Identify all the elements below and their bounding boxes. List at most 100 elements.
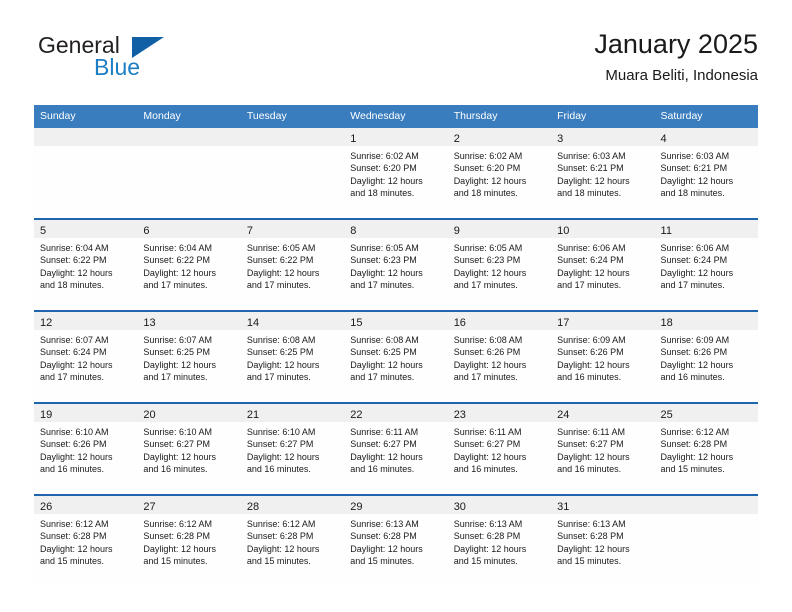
day-sun-info: Sunrise: 6:07 AM Sunset: 6:25 PM Daylight:… <box>137 330 240 384</box>
calendar-day-cell[interactable]: 20 Sunrise: 6:10 AM Sunset: 6:27 PM Dayligh… <box>137 404 241 494</box>
sunrise-text: Sunrise: 6:08 AM <box>350 335 419 345</box>
calendar-day-cell[interactable]: 14 Sunrise: 6:08 AM Sunset: 6:25 PM Dayligh… <box>240 312 345 402</box>
calendar-day-cell[interactable]: 31 Sunrise: 6:13 AM Sunset: 6:28 PM Dayligh… <box>551 496 655 586</box>
daylight-text-line2: and 18 minutes. <box>350 188 415 199</box>
daylight-text-line2: and 17 minutes. <box>453 280 518 291</box>
calendar-day-cell[interactable]: 26 Sunrise: 6:12 AM Sunset: 6:28 PM Dayligh… <box>34 496 138 586</box>
sunset-text: Sunset: 6:22 PM <box>246 255 314 266</box>
day-sun-info: Sunrise: 6:05 AM Sunset: 6:22 PM Daylight:… <box>241 238 344 292</box>
calendar-day-cell[interactable]: 16 Sunrise: 6:08 AM Sunset: 6:26 PM Dayligh… <box>447 312 552 402</box>
calendar-day-cell[interactable]: 30 Sunrise: 6:13 AM Sunset: 6:28 PM Dayligh… <box>447 496 552 586</box>
day-number-band <box>240 128 345 146</box>
sunset-text: Sunset: 6:27 PM <box>246 439 314 450</box>
calendar-day-cell[interactable]: 8 Sunrise: 6:05 AM Sunset: 6:23 PM Daylight… <box>344 220 448 310</box>
calendar-day-cell-empty <box>137 128 241 218</box>
day-number-band <box>137 128 241 146</box>
sunrise-text: Sunrise: 6:10 AM <box>246 427 316 437</box>
daylight-text-line1: Daylight: 12 hours <box>557 451 630 462</box>
daylight-text-line2: and 16 minutes. <box>350 464 415 475</box>
page-subtitle: Muara Beliti, Indonesia <box>605 67 758 84</box>
sunset-text: Sunset: 6:24 PM <box>557 255 624 266</box>
calendar-day-cell[interactable]: 18 Sunrise: 6:09 AM Sunset: 6:26 PM Dayligh… <box>654 312 758 402</box>
calendar-day-cell[interactable]: 17 Sunrise: 6:09 AM Sunset: 6:26 PM Dayligh… <box>551 312 655 402</box>
calendar-day-cell[interactable]: 28 Sunrise: 6:12 AM Sunset: 6:28 PM Dayligh… <box>240 496 345 586</box>
day-sun-info: Sunrise: 6:08 AM Sunset: 6:25 PM Daylight:… <box>344 330 447 384</box>
calendar-day-cell-empty <box>654 496 758 586</box>
calendar-week-row: 12 Sunrise: 6:07 AM Sunset: 6:24 PM Dayligh… <box>34 310 758 402</box>
sunset-text: Sunset: 6:26 PM <box>557 347 624 358</box>
calendar-day-cell[interactable]: 27 Sunrise: 6:12 AM Sunset: 6:28 PM Dayligh… <box>137 496 241 586</box>
weekday-sunday: Sunday <box>40 110 76 122</box>
calendar-day-cell[interactable]: 9 Sunrise: 6:05 AM Sunset: 6:23 PM Daylight… <box>447 220 552 310</box>
calendar-day-cell[interactable]: 19 Sunrise: 6:10 AM Sunset: 6:26 PM Dayligh… <box>34 404 138 494</box>
calendar-day-cell[interactable]: 24 Sunrise: 6:11 AM Sunset: 6:27 PM Dayligh… <box>551 404 655 494</box>
calendar-day-cell[interactable]: 29 Sunrise: 6:13 AM Sunset: 6:28 PM Dayligh… <box>344 496 448 586</box>
daylight-text-line2: and 18 minutes. <box>453 188 518 199</box>
daylight-text-line2: and 16 minutes. <box>557 464 622 475</box>
day-number: 23 <box>453 409 466 421</box>
day-number-band: 1 <box>344 128 448 146</box>
calendar-day-cell[interactable]: 4 Sunrise: 6:03 AM Sunset: 6:21 PM Daylight… <box>654 128 758 218</box>
day-number-band: 2 <box>447 128 552 146</box>
day-number: 6 <box>143 225 150 237</box>
calendar-day-cell[interactable]: 3 Sunrise: 6:03 AM Sunset: 6:21 PM Daylight… <box>551 128 655 218</box>
day-sun-info: Sunrise: 6:10 AM Sunset: 6:26 PM Daylight:… <box>34 422 137 476</box>
day-number: 13 <box>143 317 156 329</box>
calendar-day-cell[interactable]: 12 Sunrise: 6:07 AM Sunset: 6:24 PM Dayligh… <box>34 312 138 402</box>
day-sun-info: Sunrise: 6:13 AM Sunset: 6:28 PM Daylight:… <box>344 514 447 568</box>
calendar-day-cell[interactable]: 21 Sunrise: 6:10 AM Sunset: 6:27 PM Dayligh… <box>240 404 345 494</box>
sunrise-text: Sunrise: 6:08 AM <box>453 335 523 345</box>
daylight-text-line1: Daylight: 12 hours <box>350 175 423 186</box>
sunset-text: Sunset: 6:23 PM <box>453 255 521 266</box>
calendar-day-cell[interactable]: 13 Sunrise: 6:07 AM Sunset: 6:25 PM Dayligh… <box>137 312 241 402</box>
calendar-day-cell[interactable]: 11 Sunrise: 6:06 AM Sunset: 6:24 PM Dayligh… <box>654 220 758 310</box>
general-blue-logo[interactable]: General Blue <box>34 32 234 90</box>
sunrise-text: Sunrise: 6:05 AM <box>350 243 419 253</box>
sunrise-text: Sunrise: 6:06 AM <box>660 243 730 253</box>
calendar-day-cell[interactable]: 6 Sunrise: 6:04 AM Sunset: 6:22 PM Daylight… <box>137 220 241 310</box>
sunrise-text: Sunrise: 6:13 AM <box>453 519 523 529</box>
day-sun-info: Sunrise: 6:13 AM Sunset: 6:28 PM Daylight:… <box>551 514 654 568</box>
day-number-band: 31 <box>551 496 655 514</box>
calendar-grid: Sunday Monday Tuesday Wednesday Thursday… <box>34 105 758 586</box>
calendar-day-cell[interactable]: 15 Sunrise: 6:08 AM Sunset: 6:25 PM Dayligh… <box>344 312 448 402</box>
sunrise-text: Sunrise: 6:09 AM <box>660 335 730 345</box>
daylight-text-line1: Daylight: 12 hours <box>660 175 734 186</box>
sunrise-text: Sunrise: 6:12 AM <box>143 519 212 529</box>
sunrise-text: Sunrise: 6:10 AM <box>40 427 109 437</box>
sunrise-text: Sunrise: 6:12 AM <box>660 427 730 437</box>
calendar-day-cell[interactable]: 10 Sunrise: 6:06 AM Sunset: 6:24 PM Dayligh… <box>551 220 655 310</box>
calendar-day-cell[interactable]: 25 Sunrise: 6:12 AM Sunset: 6:28 PM Dayligh… <box>654 404 758 494</box>
daylight-text-line1: Daylight: 12 hours <box>246 267 320 278</box>
weekday-wednesday: Wednesday <box>350 110 406 122</box>
calendar-week-row: 26 Sunrise: 6:12 AM Sunset: 6:28 PM Dayligh… <box>34 494 758 586</box>
calendar-day-cell[interactable]: 2 Sunrise: 6:02 AM Sunset: 6:20 PM Daylight… <box>447 128 552 218</box>
sunset-text: Sunset: 6:28 PM <box>40 531 107 542</box>
sunset-text: Sunset: 6:26 PM <box>40 439 107 450</box>
day-number: 17 <box>557 317 570 329</box>
day-sun-info: Sunrise: 6:04 AM Sunset: 6:22 PM Daylight:… <box>34 238 137 292</box>
day-sun-info: Sunrise: 6:02 AM Sunset: 6:20 PM Daylight:… <box>344 146 447 200</box>
calendar-day-cell[interactable]: 1 Sunrise: 6:02 AM Sunset: 6:20 PM Daylight… <box>344 128 448 218</box>
day-number: 18 <box>660 317 673 329</box>
day-sun-info: Sunrise: 6:11 AM Sunset: 6:27 PM Daylight:… <box>551 422 654 476</box>
sunset-text: Sunset: 6:20 PM <box>350 163 417 174</box>
day-sun-info: Sunrise: 6:04 AM Sunset: 6:22 PM Daylight:… <box>137 238 240 292</box>
daylight-text-line1: Daylight: 12 hours <box>246 451 320 462</box>
calendar-day-cell-empty <box>240 128 345 218</box>
calendar-day-cell[interactable]: 5 Sunrise: 6:04 AM Sunset: 6:22 PM Daylight… <box>34 220 138 310</box>
calendar-day-cell[interactable]: 23 Sunrise: 6:11 AM Sunset: 6:27 PM Dayligh… <box>447 404 552 494</box>
daylight-text-line1: Daylight: 12 hours <box>557 175 630 186</box>
day-number: 14 <box>246 317 260 329</box>
day-number-band: 14 <box>240 312 345 330</box>
calendar-day-cell[interactable]: 22 Sunrise: 6:11 AM Sunset: 6:27 PM Dayligh… <box>344 404 448 494</box>
day-number-band: 6 <box>137 220 241 238</box>
calendar-day-cell[interactable]: 7 Sunrise: 6:05 AM Sunset: 6:22 PM Daylight… <box>240 220 345 310</box>
day-number: 7 <box>246 225 253 237</box>
daylight-text-line1: Daylight: 12 hours <box>143 267 216 278</box>
day-number-band: 16 <box>447 312 552 330</box>
daylight-text-line2: and 16 minutes. <box>660 372 725 383</box>
day-number: 8 <box>350 225 357 237</box>
sunset-text: Sunset: 6:22 PM <box>40 255 107 266</box>
sunrise-text: Sunrise: 6:06 AM <box>557 243 626 253</box>
